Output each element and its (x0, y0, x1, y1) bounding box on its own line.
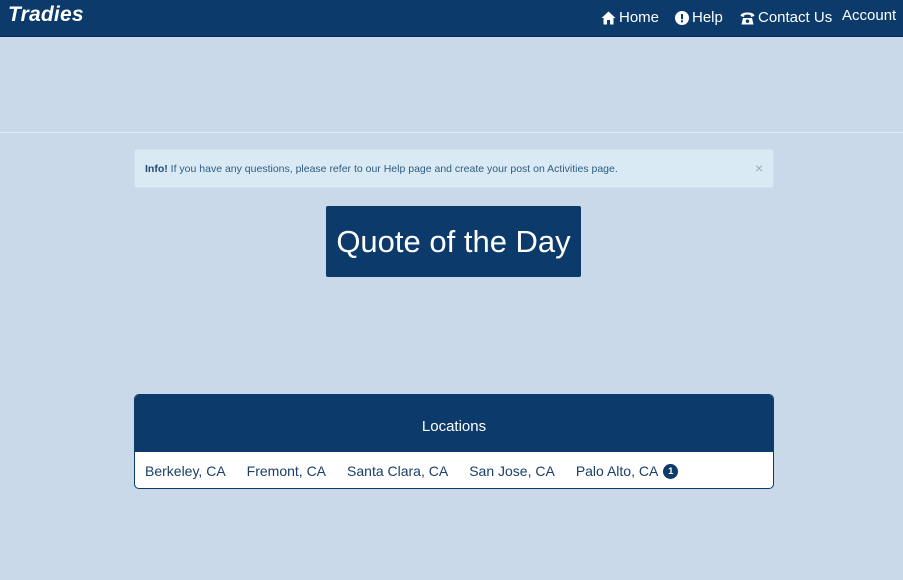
nav-help-link[interactable]: Help (675, 7, 723, 29)
nav-account-label: Account (842, 7, 897, 24)
phone-icon (740, 12, 755, 25)
location-name: San Jose, CA (469, 463, 555, 479)
location-name: Santa Clara, CA (347, 463, 449, 479)
exclamation-circle-icon (675, 11, 689, 25)
nav-home-link[interactable]: Home (601, 7, 659, 29)
locations-panel: Locations Berkeley, CA Fremont, CA Santa… (134, 394, 774, 489)
nav-contact-label: Contact Us (758, 9, 833, 26)
location-item[interactable]: Fremont, CA (247, 463, 326, 479)
section-divider (0, 132, 903, 133)
nav-contact-link[interactable]: Contact Us (740, 7, 832, 29)
location-item[interactable]: San Jose, CA (469, 463, 555, 479)
location-name: Fremont, CA (246, 463, 327, 479)
close-icon[interactable]: × (755, 160, 763, 176)
location-item[interactable]: Santa Clara, CA (347, 463, 448, 479)
quote-of-the-day-button[interactable]: Quote of the Day (326, 206, 581, 277)
locations-list: Berkeley, CA Fremont, CA Santa Clara, CA… (135, 452, 773, 488)
info-alert: Info! If you have any questions, please … (134, 149, 774, 188)
alert-message: If you have any questions, please refer … (167, 163, 618, 175)
nav-home-label: Home (619, 9, 660, 26)
location-name: Palo Alto, CA (575, 463, 659, 479)
top-navbar: Tradies Home Help Contact Us Account (0, 0, 903, 37)
location-name: Berkeley, CA (145, 463, 226, 479)
home-icon (601, 11, 616, 25)
locations-header: Locations (135, 395, 773, 452)
alert-label: Info! (145, 163, 168, 175)
location-item[interactable]: Palo Alto, CA 1 (576, 463, 679, 479)
brand-logo[interactable]: Tradies (8, 3, 84, 27)
nav-help-label: Help (692, 9, 723, 26)
alert-text: Info! If you have any questions, please … (145, 163, 618, 175)
notification-badge: 1 (663, 463, 679, 479)
nav-account-dropdown[interactable]: Account (842, 5, 903, 27)
location-item[interactable]: Berkeley, CA (145, 463, 226, 479)
